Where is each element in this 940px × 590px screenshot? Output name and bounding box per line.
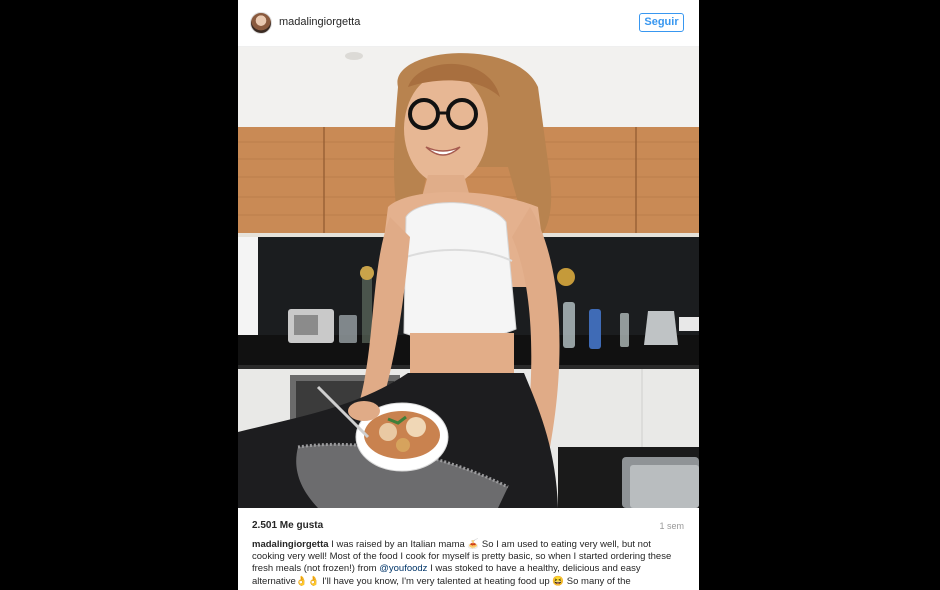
caption-username[interactable]: madalingiorgetta (252, 539, 329, 550)
post-username[interactable]: madalingiorgetta (279, 16, 360, 28)
post-header: madalingiorgetta Seguir (238, 0, 699, 47)
follow-button[interactable]: Seguir (639, 13, 684, 32)
likes-count[interactable]: 2.501 Me gusta (252, 520, 323, 531)
photo-illustration (238, 47, 699, 508)
post-time[interactable]: 1 sem (659, 521, 684, 531)
instagram-post: madalingiorgetta Seguir 2.501 Me gusta 1… (238, 0, 699, 590)
avatar[interactable] (250, 12, 272, 34)
post-photo[interactable] (238, 47, 699, 508)
post-caption: madalingiorgetta I was raised by an Ital… (252, 539, 684, 588)
caption-mention[interactable]: @youfoodz (379, 563, 427, 574)
